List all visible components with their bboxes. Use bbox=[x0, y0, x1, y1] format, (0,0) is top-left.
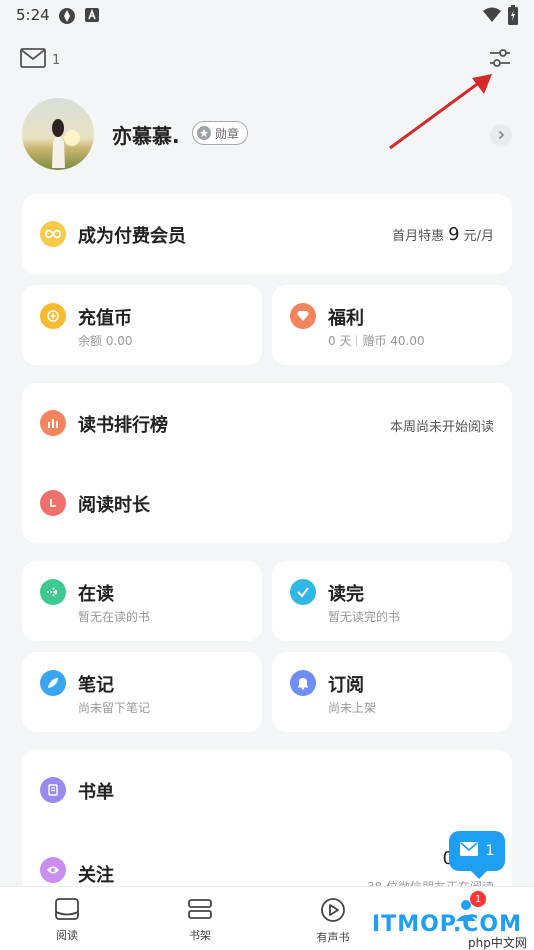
gem-icon bbox=[290, 303, 316, 329]
floating-message-count: 1 bbox=[485, 843, 495, 859]
subscriptions-card[interactable]: 订阅 尚未上架 bbox=[272, 652, 512, 732]
membership-promo-prefix: 首月特惠 bbox=[392, 229, 445, 244]
notes-title: 笔记 bbox=[78, 675, 114, 696]
welfare-subtitle: 0 天 赠币 40.00 bbox=[328, 332, 425, 349]
recharge-title: 充值币 bbox=[78, 308, 132, 329]
tab-reading-label: 阅读 bbox=[56, 929, 78, 942]
welfare-card[interactable]: 福利 0 天 赠币 40.00 bbox=[272, 285, 512, 365]
play-circle-icon bbox=[320, 897, 346, 926]
bar-chart-icon bbox=[40, 410, 66, 436]
battery-icon bbox=[508, 5, 518, 29]
tab-bookshelf-label: 书架 bbox=[189, 929, 211, 942]
mail-button[interactable]: 1 bbox=[20, 48, 60, 72]
medal-badge-button[interactable]: 勋章 bbox=[192, 121, 249, 145]
book-icon bbox=[54, 897, 80, 924]
notes-card[interactable]: 笔记 尚未留下笔记 bbox=[22, 652, 262, 732]
avatar[interactable] bbox=[22, 98, 94, 170]
list-icon bbox=[40, 777, 66, 803]
reading-subtitle: 暂无在读的书 bbox=[78, 610, 151, 624]
arrow-right-icon bbox=[40, 579, 66, 605]
eye-icon bbox=[40, 857, 66, 883]
medal-icon bbox=[197, 126, 211, 140]
infinity-icon bbox=[40, 221, 66, 247]
reading-time-row[interactable]: 阅读时长 bbox=[22, 463, 512, 543]
reading-time-title: 阅读时长 bbox=[78, 495, 150, 516]
wifi-icon bbox=[482, 7, 502, 27]
welfare-days: 0 天 bbox=[328, 334, 352, 348]
membership-card[interactable]: 成为付费会员 首月特惠 9 元/月 bbox=[22, 194, 512, 274]
clock-icon bbox=[40, 490, 66, 516]
ranking-title: 读书排行榜 bbox=[78, 415, 168, 436]
bell-icon bbox=[290, 670, 316, 696]
booklist-row[interactable]: 书单 bbox=[22, 750, 512, 830]
ranking-status: 本周尚未开始阅读 bbox=[389, 420, 494, 435]
follow-title: 关注 bbox=[78, 865, 114, 886]
reading-title: 在读 bbox=[78, 584, 114, 605]
tab-bookshelf[interactable]: 书架 bbox=[170, 897, 230, 943]
membership-promo: 首月特惠 9 元/月 bbox=[392, 224, 494, 245]
tab-audiobooks[interactable]: 有声书 bbox=[303, 897, 363, 945]
booklist-title: 书单 bbox=[78, 782, 114, 803]
profile-header[interactable]: 亦慕慕. 勋章 bbox=[22, 98, 512, 174]
recharge-balance: 余额 0.00 bbox=[78, 334, 133, 348]
reading-card[interactable]: 在读 暂无在读的书 bbox=[22, 561, 262, 641]
membership-title: 成为付费会员 bbox=[78, 226, 186, 247]
status-bar: 5:24 bbox=[0, 0, 534, 30]
tab-me-badge: 1 bbox=[470, 891, 486, 907]
notes-subtitle: 尚未留下笔记 bbox=[78, 701, 151, 715]
bookshelf-icon bbox=[187, 897, 213, 924]
status-time: 5:24 bbox=[16, 6, 50, 24]
chevron-right-icon[interactable] bbox=[490, 124, 512, 146]
tab-reading[interactable]: 阅读 bbox=[37, 897, 97, 943]
mail-count: 1 bbox=[52, 52, 61, 68]
app-notification-icon bbox=[58, 7, 76, 29]
recharge-card[interactable]: 充值币 余额 0.00 bbox=[22, 285, 262, 365]
subscriptions-title: 订阅 bbox=[328, 675, 364, 696]
membership-promo-price: 9 bbox=[448, 224, 460, 245]
checkmark-icon bbox=[290, 579, 316, 605]
finished-card[interactable]: 读完 暂无读完的书 bbox=[272, 561, 512, 641]
divider bbox=[356, 335, 358, 346]
watermark-php: php中文网 bbox=[466, 934, 529, 950]
ranking-row[interactable]: 读书排行榜 本周尚未开始阅读 bbox=[22, 383, 512, 463]
medal-badge-label: 勋章 bbox=[215, 126, 240, 141]
finished-title: 读完 bbox=[328, 584, 364, 605]
envelope-icon bbox=[20, 48, 46, 72]
subscriptions-subtitle: 尚未上架 bbox=[328, 701, 377, 715]
reading-stats-card: 读书排行榜 本周尚未开始阅读 阅读时长 bbox=[22, 383, 512, 543]
username: 亦慕慕. bbox=[112, 124, 180, 148]
membership-promo-unit: 元/月 bbox=[463, 229, 494, 244]
tab-audiobooks-label: 有声书 bbox=[316, 931, 350, 944]
accessibility-notification-icon bbox=[84, 7, 100, 27]
floating-message-button[interactable]: 1 bbox=[449, 831, 505, 879]
coin-icon bbox=[40, 303, 66, 329]
welfare-title: 福利 bbox=[328, 308, 364, 329]
envelope-icon bbox=[459, 842, 478, 860]
welfare-coins: 赠币 40.00 bbox=[362, 334, 425, 348]
feather-icon bbox=[40, 670, 66, 696]
finished-subtitle: 暂无读完的书 bbox=[328, 610, 401, 624]
